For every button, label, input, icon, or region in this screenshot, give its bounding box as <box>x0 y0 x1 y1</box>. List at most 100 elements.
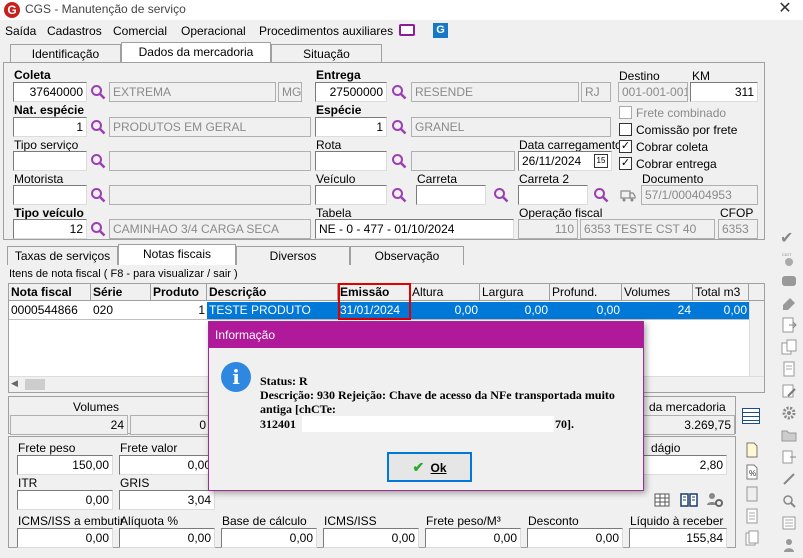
icms-embutir-input[interactable]: 0,00 <box>17 528 113 548</box>
itr-label: ITR <box>18 476 38 490</box>
close-icon[interactable]: ✕ <box>775 0 795 20</box>
col-nota-fiscal[interactable]: Nota fiscal <box>9 284 91 300</box>
col-profund[interactable]: Profund. <box>550 284 622 300</box>
valor-mercadoria-label: da mercadoria <box>649 400 726 414</box>
tab-identificacao[interactable]: Identificação <box>10 44 121 63</box>
entrega-search-icon[interactable] <box>391 84 407 100</box>
pages-icon[interactable] <box>744 530 760 546</box>
folder-icon[interactable] <box>781 427 797 443</box>
print-doc-icon[interactable] <box>781 361 797 377</box>
grid-vscrollbar[interactable] <box>749 301 764 376</box>
nat-especie-code-input[interactable]: 1 <box>13 117 87 137</box>
col-serie[interactable]: Série <box>91 284 151 300</box>
tab-observacao[interactable]: Observação <box>350 246 464 265</box>
menu-saida[interactable]: Saída <box>5 24 36 38</box>
dialog-title-bar[interactable]: Informação <box>209 322 643 348</box>
tipo-veiculo-search-icon[interactable] <box>90 221 106 237</box>
coleta-code-input[interactable]: 37640000 <box>13 82 87 102</box>
calculator-icon[interactable] <box>744 486 760 502</box>
cobrar-entrega-checkbox[interactable]: ✓ <box>619 157 632 170</box>
edit-pencil-icon[interactable] <box>781 383 797 399</box>
veiculo-search-icon[interactable] <box>391 187 407 203</box>
icms-iss-input[interactable]: 0,00 <box>323 528 419 548</box>
tipo-servico-search-icon[interactable] <box>90 153 106 169</box>
percent-document-icon[interactable]: % <box>744 464 760 480</box>
col-largura[interactable]: Largura <box>480 284 550 300</box>
icms-embutir-label: ICMS/ISS a embutir <box>18 514 125 528</box>
col-produto[interactable]: Produto <box>151 284 207 300</box>
eraser-icon[interactable] <box>781 295 797 311</box>
settings-gear-icon[interactable] <box>781 405 797 421</box>
document-lines-icon[interactable] <box>744 508 760 524</box>
tab-diversos[interactable]: Diversos <box>236 246 350 265</box>
tools-icon[interactable] <box>781 471 797 487</box>
col-volumes[interactable]: Volumes <box>622 284 693 300</box>
copy-icon[interactable] <box>781 339 797 355</box>
truck-icon[interactable] <box>620 187 636 203</box>
coleta-search-icon[interactable] <box>90 84 106 100</box>
monitor-icon[interactable] <box>399 24 415 36</box>
book-icon[interactable] <box>679 491 699 509</box>
motorista-search-icon[interactable] <box>90 187 106 203</box>
frete-peso-input[interactable]: 150,00 <box>17 455 113 475</box>
aliquota-input[interactable]: 0,00 <box>119 528 215 548</box>
list-icon[interactable] <box>781 515 797 531</box>
frete-peso-m3-input[interactable]: 0,00 <box>425 528 521 548</box>
tab-taxas-servicos[interactable]: Taxas de serviços <box>7 246 118 265</box>
itr-input[interactable]: 0,00 <box>17 490 113 510</box>
carreta-search-icon[interactable] <box>493 187 509 203</box>
tab-dados-mercadoria[interactable]: Dados da mercadoria <box>121 42 271 63</box>
cobrar-coleta-checkbox[interactable]: ✓ <box>619 140 632 153</box>
grid-list-icon[interactable] <box>654 492 670 508</box>
ok-label: Ok <box>430 461 447 475</box>
tab-notas-fiscais[interactable]: Notas fiscais <box>118 244 236 265</box>
entrega-code-input[interactable]: 27500000 <box>315 82 387 102</box>
especie-code-input[interactable]: 1 <box>315 117 387 137</box>
nat-especie-search-icon[interactable] <box>90 119 106 135</box>
menu-procedimentos[interactable]: Procedimentos auxiliares <box>259 24 393 38</box>
table-view-icon[interactable] <box>742 408 760 424</box>
g-app-icon[interactable]: G <box>433 23 448 38</box>
data-carregamento-label: Data carregamento <box>519 138 622 152</box>
users-settings-icon[interactable] <box>706 491 724 509</box>
tipo-veiculo-code-input[interactable]: 12 <box>13 219 87 239</box>
stop-icon[interactable] <box>781 273 797 289</box>
carreta2-search-icon[interactable] <box>593 187 609 203</box>
col-descricao[interactable]: Descrição <box>207 284 338 300</box>
export-icon[interactable] <box>781 449 797 465</box>
calendar-icon[interactable]: 15 <box>594 154 608 168</box>
confirm-check-icon[interactable]: ✔ <box>780 228 793 248</box>
col-total-m3[interactable]: Total m3 <box>693 284 749 300</box>
rota-input[interactable] <box>315 151 387 171</box>
scroll-left-icon[interactable]: ◀ <box>11 378 18 389</box>
liquido-receber-input[interactable]: 155,84 <box>629 528 727 548</box>
especie-search-icon[interactable] <box>391 119 407 135</box>
gris-label: GRIS <box>120 476 150 490</box>
motorista-input[interactable] <box>13 185 87 205</box>
search-doc-icon[interactable] <box>781 493 797 509</box>
frete-valor-input[interactable]: 0,00 <box>119 455 215 475</box>
document-icon[interactable] <box>744 442 760 458</box>
tabela-field[interactable]: NE - 0 - 477 - 01/10/2024 <box>315 219 514 239</box>
carreta2-input[interactable] <box>518 185 588 205</box>
rota-search-icon[interactable] <box>391 153 407 169</box>
km-input[interactable]: 311 <box>690 82 758 102</box>
veiculo-input[interactable] <box>315 185 387 205</box>
menu-comercial[interactable]: Comercial <box>113 24 167 38</box>
carreta-input[interactable] <box>416 185 486 205</box>
gris-input[interactable]: 3,04 <box>119 490 215 510</box>
col-altura[interactable]: Altura <box>410 284 480 300</box>
menu-cadastros[interactable]: Cadastros <box>47 24 102 38</box>
ok-button[interactable]: ✔ Ok <box>387 452 472 482</box>
person-icon[interactable] <box>781 537 797 553</box>
menu-operacional[interactable]: Operacional <box>181 24 246 38</box>
scroll-thumb[interactable] <box>25 379 45 390</box>
tipo-servico-input[interactable] <box>13 151 87 171</box>
doc-arrow-icon[interactable] <box>781 317 797 333</box>
comissao-frete-checkbox[interactable] <box>619 123 632 136</box>
tab-situacao[interactable]: Situação <box>271 44 382 63</box>
cigt-icon[interactable]: CIGT <box>781 251 797 267</box>
desconto-input[interactable]: 0,00 <box>527 528 623 548</box>
info-dialog: Informação i Status: R Descrição: 930 Re… <box>208 321 644 491</box>
base-calculo-input[interactable]: 0,00 <box>221 528 317 548</box>
